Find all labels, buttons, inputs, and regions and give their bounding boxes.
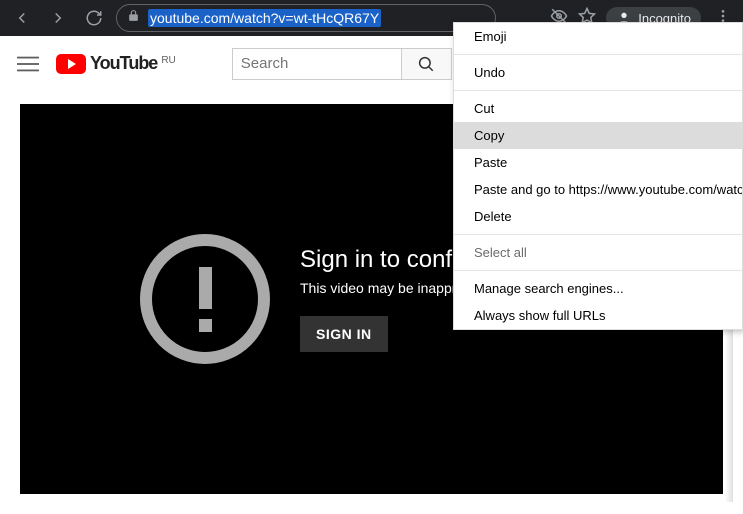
lock-icon <box>127 9 140 27</box>
separator <box>454 270 742 271</box>
hamburger-icon[interactable] <box>16 52 40 76</box>
warning-icon <box>140 234 270 364</box>
cm-undo[interactable]: Undo <box>454 59 742 86</box>
cm-always-show-full-urls[interactable]: Always show full URLs <box>454 302 742 329</box>
separator <box>454 54 742 55</box>
youtube-play-icon <box>56 54 86 74</box>
search-icon <box>417 55 435 73</box>
search-button[interactable] <box>402 48 452 80</box>
separator <box>454 234 742 235</box>
cm-manage-search-engines[interactable]: Manage search engines... <box>454 275 742 302</box>
cm-paste[interactable]: Paste <box>454 149 742 176</box>
context-menu: Emoji Undo Cut Copy Paste Paste and go t… <box>453 22 743 330</box>
cm-delete[interactable]: Delete <box>454 203 742 230</box>
youtube-region: RU <box>161 55 175 66</box>
sign-in-button[interactable]: SIGN IN <box>300 316 388 352</box>
separator <box>454 90 742 91</box>
cm-paste-and-go[interactable]: Paste and go to https://www.youtube.com/… <box>454 176 742 203</box>
cm-emoji[interactable]: Emoji <box>454 23 742 50</box>
address-bar[interactable]: youtube.com/watch?v=wt-tHcQR67Y <box>116 4 496 32</box>
youtube-logo[interactable]: YouTube RU <box>56 53 176 74</box>
reload-button[interactable] <box>80 4 108 32</box>
back-button[interactable] <box>8 4 36 32</box>
youtube-logo-text: YouTube <box>90 53 157 74</box>
search-input[interactable] <box>232 48 402 80</box>
forward-button[interactable] <box>44 4 72 32</box>
cm-copy[interactable]: Copy <box>454 122 742 149</box>
cm-cut[interactable]: Cut <box>454 95 742 122</box>
cm-select-all[interactable]: Select all <box>454 239 742 266</box>
search-form <box>232 48 452 80</box>
url-text[interactable]: youtube.com/watch?v=wt-tHcQR67Y <box>148 9 381 27</box>
